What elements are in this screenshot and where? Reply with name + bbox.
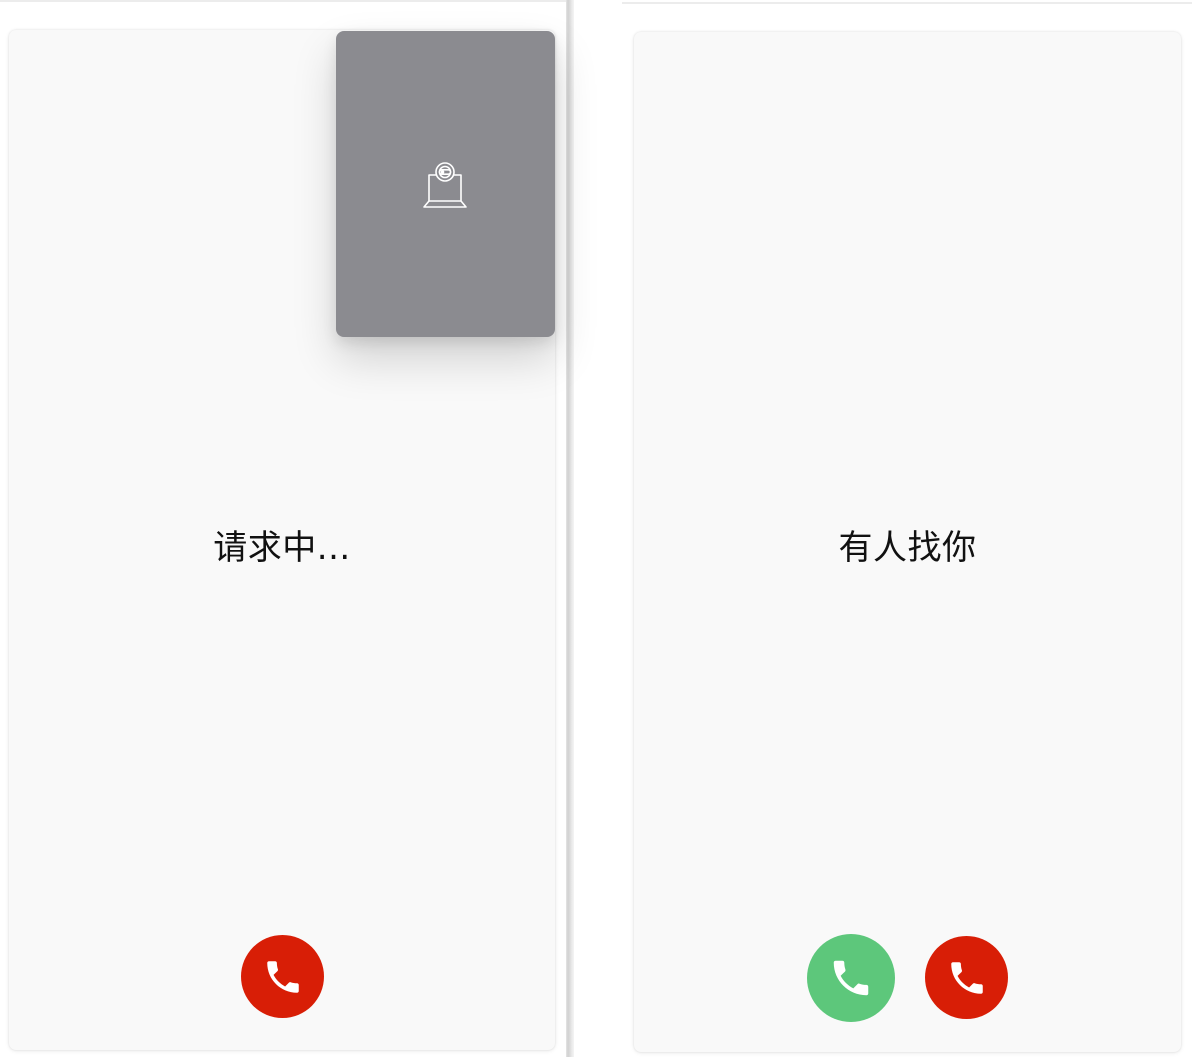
accept-call-button[interactable] (807, 934, 895, 1022)
reject-call-button[interactable] (925, 936, 1008, 1019)
phone-handset-icon (828, 955, 874, 1001)
caller-call-panel: 请求中... (9, 30, 555, 1050)
incoming-call-text: 有人找你 (838, 528, 977, 568)
phone-handset-icon (262, 956, 304, 998)
top-edge (622, 2, 1192, 4)
callee-call-panel: 有人找你 (634, 32, 1181, 1052)
hangup-button[interactable] (241, 935, 324, 1018)
call-status-text: 请求中... (213, 528, 351, 568)
pane-divider[interactable] (566, 0, 574, 1057)
top-edge (0, 0, 566, 2)
webcam-laptop-icon (422, 161, 468, 209)
app-window: 请求中... 有人找你 (0, 0, 1192, 1057)
phone-handset-icon (946, 957, 988, 999)
local-video-preview[interactable] (336, 31, 555, 337)
